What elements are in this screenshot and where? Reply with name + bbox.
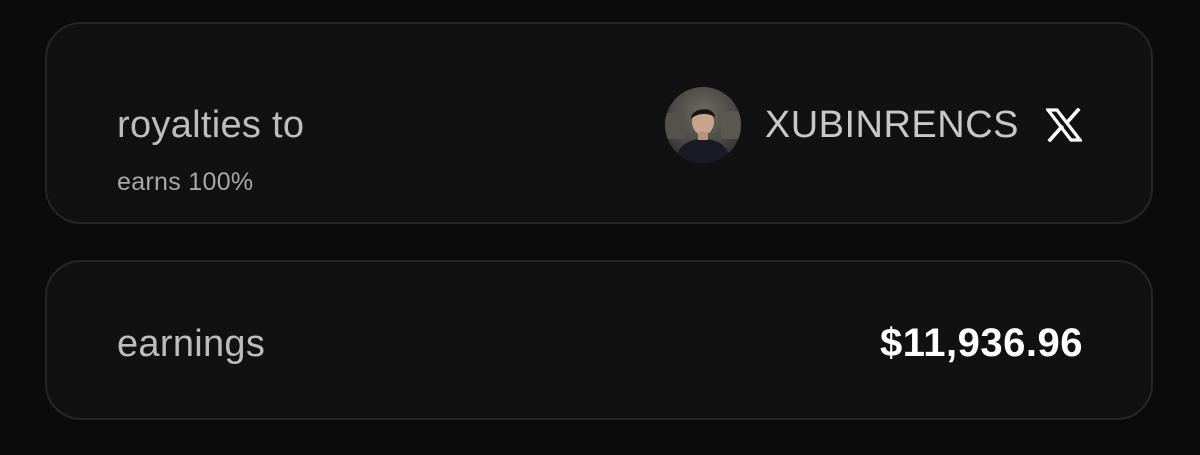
earnings-value: $11,936.96	[880, 321, 1083, 365]
creator-info[interactable]: XUBINRENCS	[664, 86, 1083, 164]
royalties-card: royalties to earns 100% XUBINRENCS	[45, 22, 1153, 224]
royalties-percentage: earns 100%	[117, 168, 254, 196]
creator-name[interactable]: XUBINRENCS	[765, 106, 1019, 144]
x-logo-icon[interactable]	[1045, 106, 1083, 144]
earnings-label: earnings	[117, 323, 266, 365]
earnings-card: earnings $11,936.96	[45, 260, 1153, 420]
royalties-title: royalties to	[117, 104, 305, 146]
creator-avatar[interactable]	[664, 87, 741, 163]
avatar-photo-icon	[664, 87, 741, 163]
